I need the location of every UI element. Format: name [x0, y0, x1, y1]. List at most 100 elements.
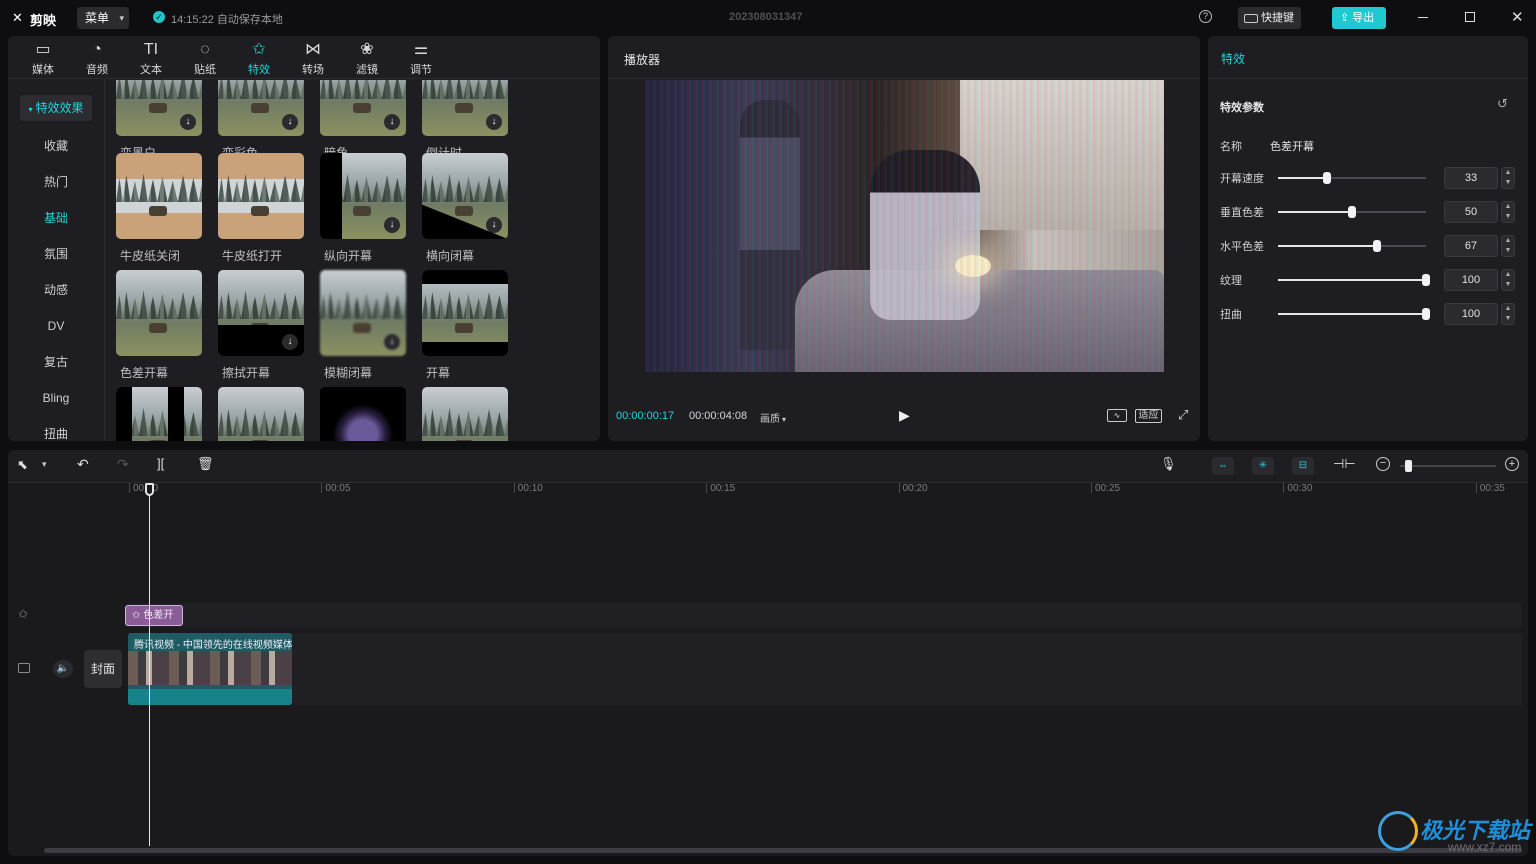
- category-item[interactable]: 氛围: [20, 241, 92, 267]
- category-item[interactable]: 收藏: [20, 133, 92, 159]
- effect-thumbnail[interactable]: [422, 270, 508, 356]
- effect-thumbnail[interactable]: ↓: [218, 80, 304, 136]
- category-header[interactable]: ▾ 特效效果: [20, 95, 92, 121]
- param-value-input[interactable]: 100: [1444, 269, 1498, 291]
- category-item[interactable]: 扭曲: [20, 421, 92, 447]
- param-stepper-icon[interactable]: ▲ ▼: [1501, 269, 1515, 291]
- effect-thumbnail[interactable]: ↓: [218, 270, 304, 356]
- auto-snap-icon[interactable]: ✳: [1252, 457, 1274, 475]
- tab-media[interactable]: ▭ 媒体: [23, 40, 63, 77]
- param-value-input[interactable]: 67: [1444, 235, 1498, 257]
- category-item[interactable]: 热门: [20, 169, 92, 195]
- effect-tab[interactable]: 特效: [1221, 50, 1245, 67]
- param-slider-knob[interactable]: [1422, 274, 1430, 286]
- download-icon[interactable]: ↓: [384, 114, 400, 130]
- download-icon[interactable]: ↓: [384, 217, 400, 233]
- param-slider[interactable]: [1278, 240, 1426, 252]
- category-item[interactable]: 基础: [20, 205, 92, 231]
- category-item[interactable]: 复古: [20, 349, 92, 375]
- param-value-input[interactable]: 33: [1444, 167, 1498, 189]
- effect-thumbnail[interactable]: [218, 387, 304, 441]
- tab-adjust[interactable]: ⚌ 调节: [401, 40, 441, 77]
- effect-thumbnail[interactable]: ↓: [422, 80, 508, 136]
- category-item[interactable]: Bling: [20, 385, 92, 411]
- cover-button[interactable]: 封面: [84, 650, 122, 688]
- preview-axis-icon[interactable]: ⊣⊢: [1333, 456, 1356, 472]
- reset-icon[interactable]: ↺: [1497, 96, 1508, 112]
- category-item[interactable]: 动感: [20, 277, 92, 303]
- param-stepper-icon[interactable]: ▲ ▼: [1501, 167, 1515, 189]
- download-icon[interactable]: ↓: [282, 334, 298, 350]
- param-slider[interactable]: [1278, 206, 1426, 218]
- linkage-icon[interactable]: ⊟: [1292, 457, 1314, 475]
- close-icon[interactable]: ✕: [1511, 8, 1524, 26]
- help-icon[interactable]: ?: [1199, 10, 1212, 23]
- download-icon[interactable]: ↓: [486, 114, 502, 130]
- tab-sticker[interactable]: ◌ 贴纸: [185, 40, 225, 77]
- fullscreen-icon[interactable]: ⤢: [1178, 407, 1188, 423]
- category-item[interactable]: DV: [20, 313, 92, 339]
- export-button[interactable]: ⇪ 导出: [1332, 7, 1386, 29]
- chevron-down-icon[interactable]: ▾: [42, 459, 47, 470]
- param-slider-knob[interactable]: [1322, 172, 1331, 184]
- delete-icon[interactable]: 🗑: [197, 456, 214, 472]
- video-preview[interactable]: [645, 80, 1164, 372]
- param-slider[interactable]: [1278, 274, 1430, 286]
- param-slider-knob[interactable]: [1373, 240, 1382, 252]
- effect-thumbnail[interactable]: ↓: [320, 80, 406, 136]
- playhead-handle[interactable]: [145, 483, 154, 496]
- effect-clip[interactable]: ✩ 色差开: [125, 605, 183, 626]
- tab-filter[interactable]: ❀ 滤镜: [347, 40, 387, 77]
- timeline-scrollbar[interactable]: [44, 848, 1522, 853]
- param-stepper-icon[interactable]: ▲ ▼: [1501, 201, 1515, 223]
- split-icon[interactable]: ][: [157, 456, 164, 471]
- menu-button[interactable]: 菜单 ▾: [77, 7, 129, 29]
- param-slider[interactable]: [1278, 172, 1426, 184]
- microphone-icon[interactable]: 🎙: [1160, 456, 1177, 472]
- tab-audio[interactable]: ◔ 音频: [77, 40, 117, 77]
- effect-thumbnail[interactable]: [422, 387, 508, 441]
- effect-thumbnail[interactable]: ↓: [320, 153, 406, 239]
- effect-thumbnail[interactable]: ↓: [116, 80, 202, 136]
- effect-thumbnail[interactable]: [320, 387, 406, 441]
- param-slider[interactable]: [1278, 308, 1430, 320]
- zoom-in-icon[interactable]: +: [1505, 457, 1519, 471]
- maximize-icon[interactable]: [1465, 12, 1475, 22]
- tab-transition[interactable]: ⋈ 转场: [293, 40, 333, 77]
- play-icon[interactable]: ▶: [899, 407, 910, 424]
- effect-thumbnail[interactable]: ↓: [320, 270, 406, 356]
- tab-text[interactable]: TI 文本: [131, 40, 171, 77]
- main-track-magnet-icon[interactable]: ⇔: [1212, 457, 1234, 475]
- quality-dropdown[interactable]: 画质 ▾: [760, 410, 786, 425]
- tab-label: 媒体: [32, 64, 54, 76]
- param-value-input[interactable]: 100: [1444, 303, 1498, 325]
- effect-thumbnail[interactable]: [116, 270, 202, 356]
- param-stepper-icon[interactable]: ▲ ▼: [1501, 303, 1515, 325]
- shortcut-button[interactable]: 快捷键: [1238, 7, 1301, 29]
- effect-thumbnail[interactable]: ↓: [422, 153, 508, 239]
- video-clip[interactable]: 腾讯视频 - 中国领先的在线视频媒体: [128, 633, 292, 705]
- download-icon[interactable]: ↓: [486, 217, 502, 233]
- download-icon[interactable]: ↓: [180, 114, 196, 130]
- speaker-icon[interactable]: 🔈: [53, 660, 73, 678]
- param-stepper-icon[interactable]: ▲ ▼: [1501, 235, 1515, 257]
- param-slider-knob[interactable]: [1422, 308, 1430, 320]
- zoom-out-icon[interactable]: −: [1376, 457, 1390, 471]
- minimize-icon[interactable]: [1418, 17, 1428, 18]
- zoom-slider-knob[interactable]: [1404, 460, 1412, 472]
- select-tool-icon[interactable]: ⬉: [17, 457, 28, 473]
- effect-thumbnail[interactable]: [116, 153, 202, 239]
- playhead[interactable]: [149, 483, 150, 846]
- tab-effect[interactable]: ✩ 特效: [239, 40, 279, 77]
- param-value-input[interactable]: 50: [1444, 201, 1498, 223]
- effect-label: 色差开幕: [120, 366, 169, 380]
- effect-thumbnail[interactable]: [116, 387, 202, 441]
- download-icon[interactable]: ↓: [384, 334, 400, 350]
- undo-icon[interactable]: ↶: [77, 456, 89, 473]
- zoom-slider[interactable]: [1400, 460, 1496, 472]
- waveform-icon[interactable]: ∿: [1107, 409, 1127, 422]
- effect-thumbnail[interactable]: [218, 153, 304, 239]
- fit-button[interactable]: 适应: [1135, 409, 1162, 423]
- param-slider-knob[interactable]: [1348, 206, 1356, 218]
- download-icon[interactable]: ↓: [282, 114, 298, 130]
